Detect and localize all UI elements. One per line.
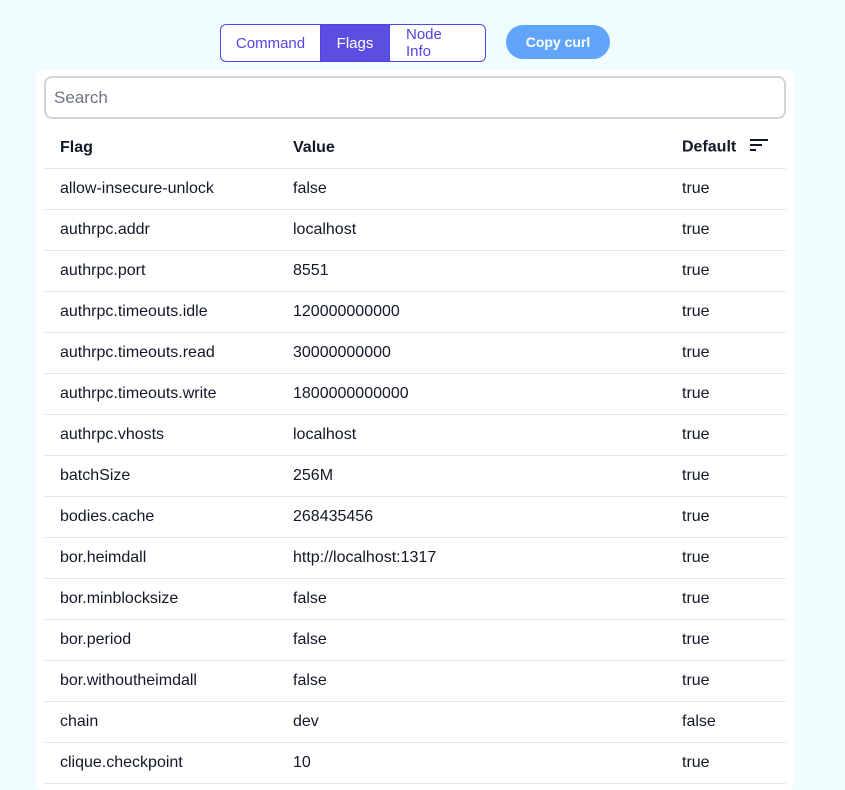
flags-panel: Flag Value Default allow-insecure-unlock… — [36, 70, 794, 790]
value-cell: 256M — [293, 455, 682, 497]
flag-cell: authrpc.addr — [44, 209, 293, 251]
default-cell: true — [682, 250, 786, 292]
value-cell: localhost — [293, 209, 682, 251]
copy-curl-button[interactable]: Copy curl — [506, 25, 610, 59]
flag-cell: bor.minblocksize — [44, 578, 293, 620]
table-row: authrpc.port 8551 true — [44, 250, 786, 292]
value-cell: 268435456 — [293, 496, 682, 538]
table-row: authrpc.vhosts localhost true — [44, 414, 786, 456]
search-input[interactable] — [44, 76, 786, 119]
table-row: bodies.cache 268435456 true — [44, 496, 786, 538]
table-row: chain dev false — [44, 701, 786, 743]
table-row: bor.withoutheimdall false true — [44, 660, 786, 702]
value-cell: 10 — [293, 742, 682, 784]
default-cell: true — [682, 578, 786, 620]
flag-cell: bodies.cache — [44, 496, 293, 538]
value-cell: localhost — [293, 414, 682, 456]
flag-cell: authrpc.timeouts.idle — [44, 291, 293, 333]
table-row: bor.heimdall http://localhost:1317 true — [44, 537, 786, 579]
default-cell: true — [682, 619, 786, 661]
flag-cell: authrpc.timeouts.write — [44, 373, 293, 415]
flag-cell: authrpc.timeouts.read — [44, 332, 293, 374]
value-cell: http://localhost:1317 — [293, 537, 682, 579]
table-row: allow-insecure-unlock false true — [44, 168, 786, 210]
column-header-flag[interactable]: Flag — [44, 127, 293, 169]
tab-command[interactable]: Command — [220, 24, 321, 62]
value-cell: false — [293, 578, 682, 620]
table-row: bor.minblocksize false true — [44, 578, 786, 620]
table-row: authrpc.addr localhost true — [44, 209, 786, 251]
value-cell: false — [293, 168, 682, 210]
table-header-row: Flag Value Default — [44, 127, 786, 169]
view-tabs: Command Flags Node Info — [220, 24, 486, 62]
flag-cell: bor.period — [44, 619, 293, 661]
value-cell: 8551 — [293, 250, 682, 292]
default-cell: true — [682, 660, 786, 702]
column-header-default-label: Default — [682, 138, 737, 156]
default-cell: true — [682, 373, 786, 415]
default-cell: true — [682, 455, 786, 497]
value-cell: 1800000000000 — [293, 373, 682, 415]
value-cell: 30000000000 — [293, 332, 682, 374]
table-row: authrpc.timeouts.read 30000000000 true — [44, 332, 786, 374]
table-row: authrpc.timeouts.write 1800000000000 true — [44, 373, 786, 415]
flags-table-body: allow-insecure-unlock false true authrpc.ad… — [44, 168, 786, 784]
value-cell: false — [293, 660, 682, 702]
default-cell: true — [682, 291, 786, 333]
default-cell: false — [682, 701, 786, 743]
flag-cell: bor.heimdall — [44, 537, 293, 579]
flag-cell: authrpc.port — [44, 250, 293, 292]
table-row: clique.checkpoint 10 true — [44, 742, 786, 784]
flag-cell: batchSize — [44, 455, 293, 497]
value-cell: false — [293, 619, 682, 661]
flag-cell: authrpc.vhosts — [44, 414, 293, 456]
table-row: authrpc.timeouts.idle 120000000000 true — [44, 291, 786, 333]
default-cell: true — [682, 332, 786, 374]
flag-cell: bor.withoutheimdall — [44, 660, 293, 702]
sort-icon[interactable] — [749, 137, 769, 158]
table-row: bor.period false true — [44, 619, 786, 661]
flags-table: Flag Value Default allow-insecure-unlock… — [44, 127, 786, 784]
default-cell: true — [682, 209, 786, 251]
table-row: batchSize 256M true — [44, 455, 786, 497]
default-cell: true — [682, 414, 786, 456]
default-cell: true — [682, 742, 786, 784]
flag-cell: chain — [44, 701, 293, 743]
value-cell: 120000000000 — [293, 291, 682, 333]
default-cell: true — [682, 537, 786, 579]
column-header-value[interactable]: Value — [293, 127, 682, 169]
default-cell: true — [682, 168, 786, 210]
tab-node-info[interactable]: Node Info — [389, 24, 486, 62]
column-header-default[interactable]: Default — [682, 127, 786, 169]
flag-cell: allow-insecure-unlock — [44, 168, 293, 210]
tab-flags[interactable]: Flags — [321, 24, 389, 62]
value-cell: dev — [293, 701, 682, 743]
flag-cell: clique.checkpoint — [44, 742, 293, 784]
default-cell: true — [682, 496, 786, 538]
